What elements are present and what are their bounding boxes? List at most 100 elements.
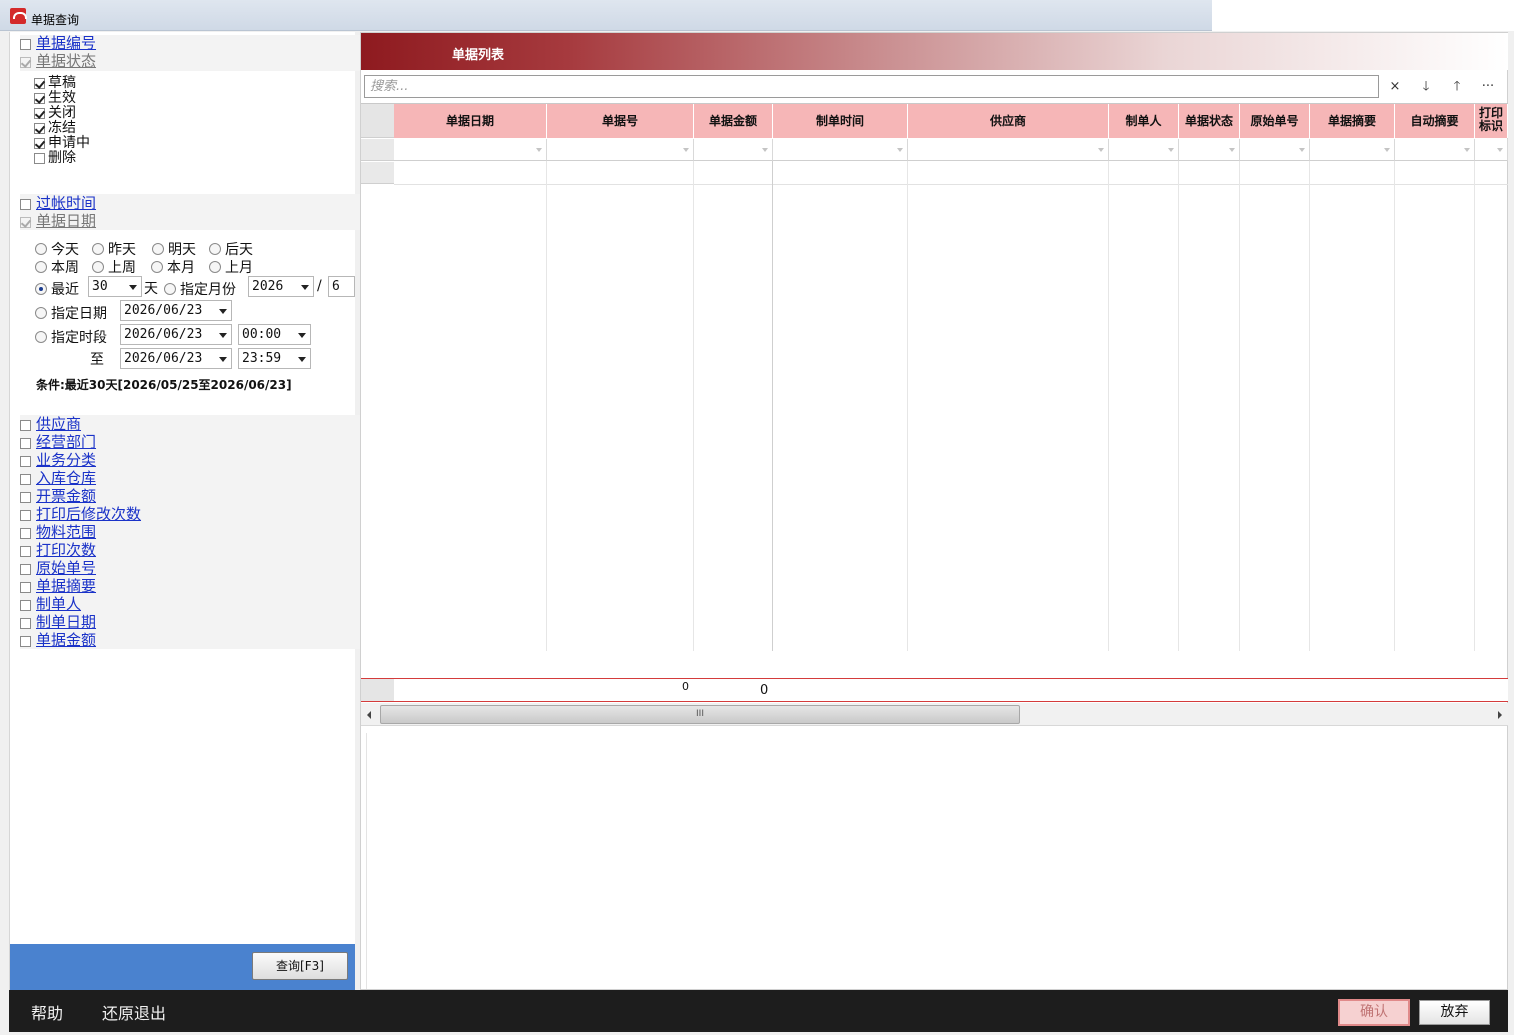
radio-month[interactable]: 指定月份 [164, 279, 236, 299]
col-print-flag[interactable]: 打印标识 [1475, 104, 1508, 138]
filter-business-category-label[interactable]: 业务分类 [36, 451, 96, 469]
col-doc-status[interactable]: 单据状态 [1179, 104, 1240, 138]
filter-creator-checkbox[interactable] [20, 600, 31, 611]
radio-last-week[interactable]: 上周 [92, 257, 136, 277]
radio-tomorrow-circle[interactable] [152, 243, 164, 255]
filter-department-checkbox[interactable] [20, 438, 31, 449]
arrow-down-icon[interactable]: 🡓 [1414, 76, 1438, 98]
period-from-time-picker[interactable]: 00:00 [238, 324, 311, 345]
radio-specific-date[interactable]: 指定日期 [35, 303, 107, 323]
filter-cell-supplier[interactable] [908, 139, 1109, 161]
radio-yesterday[interactable]: 昨天 [92, 239, 136, 259]
radio-this-month-circle[interactable] [151, 261, 163, 273]
filter-doc-amount-checkbox[interactable] [20, 636, 31, 647]
filter-warehouse-checkbox[interactable] [20, 474, 31, 485]
filter-print-count-checkbox[interactable] [20, 546, 31, 557]
scroll-thumb[interactable]: III [380, 705, 1020, 724]
filter-cell-auto-summary[interactable] [1395, 139, 1475, 161]
filter-cell-doc-summary[interactable] [1310, 139, 1395, 161]
filter-cell-create-time[interactable] [773, 139, 908, 161]
status-item-applying[interactable]: 申请中 [34, 136, 90, 151]
filter-create-date[interactable]: 制单日期 [20, 613, 96, 631]
filter-department[interactable]: 经营部门 [20, 433, 96, 451]
filter-posting-time[interactable]: 过帐时间 [20, 194, 96, 212]
filter-original-number-checkbox[interactable] [20, 564, 31, 575]
filter-creator-label[interactable]: 制单人 [36, 595, 81, 613]
filter-print-count[interactable]: 打印次数 [20, 541, 96, 559]
filter-cell-creator[interactable] [1109, 139, 1179, 161]
filter-doc-amount-label[interactable]: 单据金额 [36, 631, 96, 649]
status-item-effective[interactable]: 生效 [34, 91, 76, 106]
radio-last-week-circle[interactable] [92, 261, 104, 273]
radio-this-month[interactable]: 本月 [151, 257, 195, 277]
filter-warehouse-label[interactable]: 入库仓库 [36, 469, 96, 487]
help-button[interactable]: 帮助 [31, 1000, 63, 1024]
radio-tomorrow[interactable]: 明天 [152, 239, 196, 259]
filter-supplier-label[interactable]: 供应商 [36, 415, 81, 433]
filter-material-range-checkbox[interactable] [20, 528, 31, 539]
filter-create-date-checkbox[interactable] [20, 618, 31, 629]
filter-cell-print-flag[interactable] [1475, 139, 1508, 161]
col-create-time[interactable]: 制单时间 [773, 104, 908, 138]
status-item-draft[interactable]: 草稿 [34, 76, 76, 91]
filter-business-category-checkbox[interactable] [20, 456, 31, 467]
restore-exit-button[interactable]: 还原退出 [102, 1000, 166, 1024]
filter-doc-number-label[interactable]: 单据编号 [36, 34, 96, 52]
arrow-up-icon[interactable]: 🡑 [1445, 76, 1469, 98]
filter-posting-time-label[interactable]: 过帐时间 [36, 194, 96, 212]
filter-cell-doc-amount[interactable] [694, 139, 773, 161]
scroll-left-icon[interactable] [367, 711, 371, 719]
filter-supplier[interactable]: 供应商 [20, 415, 81, 433]
radio-last-month-circle[interactable] [209, 261, 221, 273]
col-doc-number[interactable]: 单据号 [547, 104, 694, 138]
filter-create-date-label[interactable]: 制单日期 [36, 613, 96, 631]
period-to-date-picker[interactable]: 2026/06/23 [120, 348, 232, 369]
specific-date-picker[interactable]: 2026/06/23 [120, 300, 232, 321]
status-closed-checkbox[interactable] [34, 107, 45, 119]
status-effective-checkbox[interactable] [34, 92, 45, 104]
radio-recent[interactable]: 最近 [35, 279, 79, 299]
horizontal-scrollbar[interactable]: III [361, 703, 1508, 726]
search-input[interactable]: 搜索... [364, 75, 1379, 98]
period-from-date-picker[interactable]: 2026/06/23 [120, 324, 232, 345]
cancel-button[interactable]: 放弃 [1419, 1000, 1490, 1025]
radio-month-circle[interactable] [164, 283, 176, 295]
period-to-time-picker[interactable]: 23:59 [238, 348, 311, 369]
radio-this-week[interactable]: 本周 [35, 257, 79, 277]
filter-invoice-amount-checkbox[interactable] [20, 492, 31, 503]
filter-cell-doc-number[interactable] [547, 139, 694, 161]
col-original-number[interactable]: 原始单号 [1240, 104, 1310, 138]
filter-doc-number-checkbox[interactable] [20, 39, 31, 50]
recent-days-select[interactable]: 30 [88, 276, 142, 297]
status-item-closed[interactable]: 关闭 [34, 106, 76, 121]
col-supplier[interactable]: 供应商 [908, 104, 1109, 138]
more-options-icon[interactable]: ··· [1476, 76, 1500, 98]
radio-period[interactable]: 指定时段 [35, 327, 107, 347]
radio-recent-circle[interactable] [35, 283, 47, 295]
status-applying-checkbox[interactable] [34, 137, 45, 149]
filter-doc-number[interactable]: 单据编号 [20, 34, 96, 52]
col-doc-summary[interactable]: 单据摘要 [1310, 104, 1395, 138]
filter-material-range[interactable]: 物料范围 [20, 523, 96, 541]
status-draft-checkbox[interactable] [34, 77, 45, 89]
filter-warehouse[interactable]: 入库仓库 [20, 469, 96, 487]
radio-last-month[interactable]: 上月 [209, 257, 253, 277]
filter-doc-summary-checkbox[interactable] [20, 582, 31, 593]
filter-material-range-label[interactable]: 物料范围 [36, 523, 96, 541]
status-item-frozen[interactable]: 冻结 [34, 121, 76, 136]
filter-post-print-edits[interactable]: 打印后修改次数 [20, 505, 141, 523]
status-item-deleted[interactable]: 删除 [34, 151, 76, 166]
filter-post-print-edits-label[interactable]: 打印后修改次数 [36, 505, 141, 523]
filter-invoice-amount[interactable]: 开票金额 [20, 487, 96, 505]
status-deleted-checkbox[interactable] [34, 152, 45, 164]
filter-department-label[interactable]: 经营部门 [36, 433, 96, 451]
scroll-right-icon[interactable] [1498, 711, 1502, 719]
filter-supplier-checkbox[interactable] [20, 420, 31, 431]
query-button[interactable]: 查询[F3] [252, 952, 348, 980]
filter-cell-doc-date[interactable] [394, 139, 547, 161]
status-frozen-checkbox[interactable] [34, 122, 45, 134]
col-creator[interactable]: 制单人 [1109, 104, 1179, 138]
filter-creator[interactable]: 制单人 [20, 595, 81, 613]
filter-original-number[interactable]: 原始单号 [20, 559, 96, 577]
filter-cell-original-number[interactable] [1240, 139, 1310, 161]
